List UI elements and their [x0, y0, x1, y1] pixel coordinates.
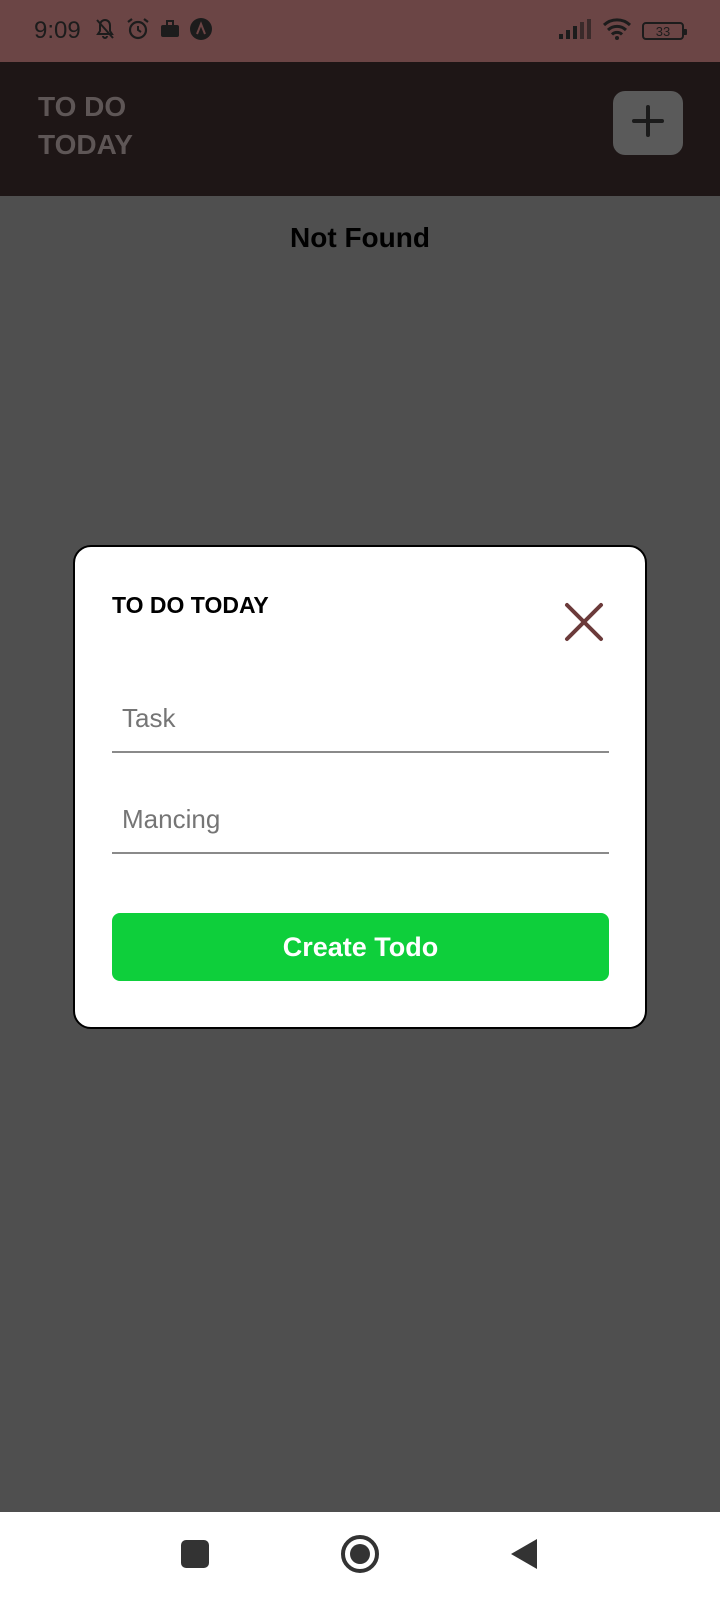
status-bar: 9:09 33	[0, 0, 720, 62]
back-triangle-icon	[508, 1537, 540, 1576]
task-field	[112, 685, 609, 753]
dialog-title: TO DO TODAY	[112, 592, 269, 618]
back-button[interactable]	[502, 1534, 546, 1578]
add-todo-button[interactable]	[613, 91, 683, 155]
notifications-off-icon	[93, 17, 117, 46]
status-right: 33	[558, 17, 687, 46]
recents-button[interactable]	[173, 1534, 217, 1578]
home-button[interactable]	[338, 1534, 382, 1578]
description-field	[112, 786, 609, 854]
system-nav-bar	[0, 1512, 720, 1600]
plus-icon	[631, 104, 665, 143]
signal-icon	[558, 18, 592, 45]
alarm-icon	[125, 16, 151, 47]
recents-square-icon	[180, 1539, 210, 1574]
create-todo-dialog: TO DO TODAY Create Todo	[73, 545, 647, 1029]
task-input[interactable]	[112, 685, 609, 751]
home-circle-icon	[340, 1534, 380, 1579]
briefcase-icon	[159, 18, 181, 45]
description-input[interactable]	[112, 786, 609, 852]
close-icon	[564, 602, 604, 647]
battery-icon: 33	[642, 22, 687, 40]
status-time: 9:09	[34, 17, 81, 44]
close-dialog-button[interactable]	[559, 599, 609, 649]
empty-message: Not Found	[290, 222, 430, 253]
app-title: TO DO TODAY	[38, 91, 133, 160]
app-a-icon	[189, 17, 213, 46]
wifi-icon	[602, 17, 632, 46]
status-left: 9:09	[34, 16, 213, 47]
create-todo-button[interactable]: Create Todo	[112, 913, 609, 981]
app-header: TO DO TODAY	[0, 62, 720, 196]
battery-level: 33	[655, 23, 671, 39]
